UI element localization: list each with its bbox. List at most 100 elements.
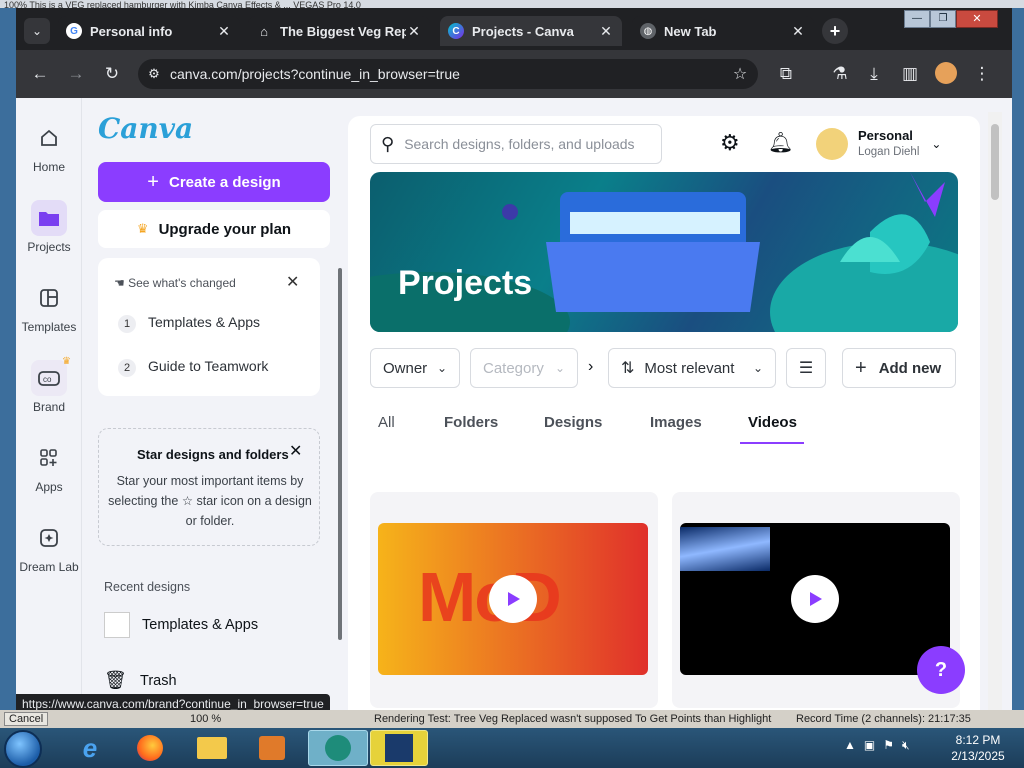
tab-search-button[interactable]: ⌄	[24, 18, 50, 44]
tab-biggest-veg[interactable]: ⌂ The Biggest Veg Repla ✕	[248, 16, 430, 46]
media-taskbar-button[interactable]	[246, 730, 298, 766]
tab-title: The Biggest Veg Repla	[280, 23, 406, 39]
folder-icon	[197, 737, 227, 759]
list-icon: ☰	[798, 360, 814, 377]
tab-projects-canva[interactable]: C Projects - Canva ✕	[440, 16, 622, 46]
minimize-button[interactable]: —	[904, 10, 930, 28]
flag-icon[interactable]: ⚑	[883, 738, 894, 758]
rail-item-brand[interactable]: co ♛ Brand	[16, 356, 82, 414]
close-icon[interactable]: ✕	[289, 441, 302, 461]
forward-icon[interactable]: →	[64, 62, 88, 86]
tab-new-tab[interactable]: ◍ New Tab ✕	[632, 16, 814, 46]
account-user: Logan Diehl	[858, 146, 920, 158]
cancel-button[interactable]: Cancel	[4, 712, 49, 726]
clock[interactable]: 8:12 PM 2/13/2025	[942, 732, 1014, 764]
canva-logo[interactable]: Canva	[98, 112, 193, 145]
plus-icon: +	[855, 356, 867, 379]
side-panel-icon[interactable]: ▥	[898, 62, 922, 86]
site-info-icon[interactable]: ⚙	[138, 66, 170, 82]
firefox-taskbar-button[interactable]	[124, 730, 176, 766]
tab-folders[interactable]: Folders	[444, 414, 498, 431]
play-button[interactable]	[791, 575, 839, 623]
account-switcher[interactable]: Personal Logan Diehl ⌄	[816, 124, 956, 164]
category-filter[interactable]: Category ⌄	[470, 348, 578, 388]
vegas-taskbar-button[interactable]	[370, 730, 428, 766]
rail-item-apps[interactable]: Apps	[16, 440, 82, 494]
whats-new-title: See what's changed	[128, 276, 236, 290]
trash-item[interactable]: 🗑 Trash	[104, 670, 177, 691]
extensions-icon[interactable]: ⧉	[774, 62, 798, 86]
sort-icon: ⇅	[621, 360, 635, 377]
close-icon[interactable]: ✕	[286, 272, 299, 292]
item-label: Guide to Teamwork	[148, 358, 269, 374]
chrome-taskbar-button[interactable]	[308, 730, 368, 766]
close-icon[interactable]: ✕	[598, 23, 614, 40]
tab-videos[interactable]: Videos	[748, 414, 797, 431]
scrollbar-thumb[interactable]	[991, 124, 999, 200]
search-placeholder: Search designs, folders, and uploads	[404, 136, 635, 152]
play-button[interactable]	[489, 575, 537, 623]
rail-item-home[interactable]: Home	[16, 120, 82, 174]
tab-all[interactable]: All	[378, 414, 395, 431]
rail-item-dream-lab[interactable]: Dream Lab	[16, 520, 82, 574]
rail-item-projects[interactable]: Projects	[16, 200, 82, 254]
search-input[interactable]: ⚲ Search designs, folders, and uploads	[370, 124, 662, 164]
help-button[interactable]: ?	[917, 646, 965, 694]
list-view-toggle[interactable]: ☰	[786, 348, 826, 388]
window-close-button[interactable]: ✕	[956, 10, 998, 28]
tab-personal-info[interactable]: G Personal info ✕	[58, 16, 240, 46]
new-tab-button[interactable]: +	[822, 18, 848, 44]
close-icon[interactable]: ✕	[406, 23, 422, 40]
rail-item-templates[interactable]: Templates	[16, 280, 82, 334]
background-app-title: 100% This is a VEG replaced hamburger wi…	[4, 0, 361, 8]
back-icon[interactable]: ←	[28, 62, 52, 86]
menu-icon[interactable]: ⋮	[970, 62, 994, 86]
sort-dropdown[interactable]: ⇅ Most relevant ⌄	[608, 348, 776, 388]
tab-designs[interactable]: Designs	[544, 414, 602, 431]
labs-icon[interactable]: ⚗	[828, 62, 852, 86]
active-tab-underline	[740, 442, 804, 444]
settings-gear-icon[interactable]: ⚙	[720, 130, 740, 156]
volume-muted-icon[interactable]: 🔇︎	[902, 738, 910, 758]
svg-text:co: co	[43, 375, 52, 384]
owner-filter[interactable]: Owner ⌄	[370, 348, 460, 388]
start-button[interactable]	[4, 730, 42, 768]
chevron-down-icon: ⌄	[931, 137, 942, 151]
trash-icon: 🗑	[104, 670, 127, 690]
whats-new-item[interactable]: 2 Guide to Teamwork	[118, 358, 268, 377]
close-icon[interactable]: ✕	[790, 23, 806, 40]
profile-avatar[interactable]	[934, 62, 958, 86]
tab-images[interactable]: Images	[650, 414, 702, 431]
apps-icon	[31, 440, 67, 476]
sidebar-scrollbar[interactable]	[338, 268, 342, 640]
tab-title: Projects - Canva	[472, 23, 574, 39]
bookmark-star-icon[interactable]: ☆	[722, 64, 758, 84]
record-time: Record Time (2 channels): 21:17:35	[796, 713, 971, 725]
download-icon[interactable]: ⤓	[862, 62, 886, 86]
video-thumbnail: McD	[378, 523, 648, 675]
add-new-button[interactable]: + Add new	[842, 348, 956, 388]
trash-label: Trash	[140, 672, 177, 689]
design-thumbnail	[104, 612, 130, 638]
explorer-taskbar-button[interactable]	[186, 730, 238, 766]
maximize-button[interactable]: ❐	[930, 10, 956, 28]
notifications-bell-icon[interactable]: 🔔︎	[768, 130, 793, 155]
upgrade-plan-button[interactable]: ♛ Upgrade your plan	[98, 210, 330, 248]
create-design-button[interactable]: + Create a design	[98, 162, 330, 202]
whats-new-item[interactable]: 1 Templates & Apps	[118, 314, 260, 333]
tray-chevron-icon[interactable]: ▲	[844, 738, 856, 758]
ie-taskbar-button[interactable]: e	[64, 730, 116, 766]
address-bar[interactable]: ⚙ canva.com/projects?continue_in_browser…	[138, 59, 758, 89]
close-icon[interactable]: ✕	[216, 23, 232, 40]
recent-designs-heading: Recent designs	[104, 580, 191, 594]
folder-icon	[31, 200, 67, 236]
chevron-down-icon: ⌄	[752, 361, 763, 375]
video-card[interactable]: McD	[370, 492, 658, 708]
tab-title: New Tab	[664, 23, 717, 39]
reload-icon[interactable]: ↻	[100, 62, 124, 86]
network-icon[interactable]: ▣	[864, 738, 875, 758]
chevron-right-icon[interactable]: ›	[588, 358, 593, 376]
hand-icon: ☚	[114, 276, 125, 290]
page-scrollbar[interactable]	[988, 112, 1002, 714]
recent-design-item[interactable]: Templates & Apps	[104, 612, 258, 638]
